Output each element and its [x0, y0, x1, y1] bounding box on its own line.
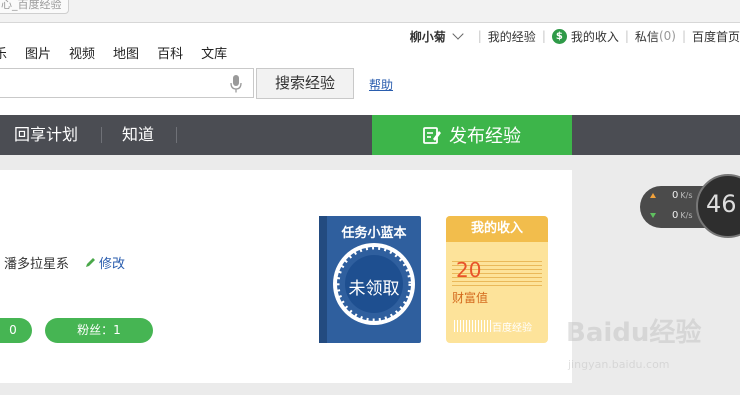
- nav-link-music[interactable]: 乐: [0, 43, 7, 62]
- message-count: (0): [658, 29, 676, 43]
- task-book[interactable]: 任务小蓝本 未领取: [319, 216, 421, 343]
- money-icon: $: [551, 28, 567, 44]
- divider: |: [477, 29, 482, 43]
- nav-link-map[interactable]: 地图: [113, 43, 139, 62]
- watermark-url: jingyan.baidu.com: [568, 358, 670, 371]
- my-experience-link[interactable]: 我的经验: [488, 28, 536, 45]
- nav-link-baike[interactable]: 百科: [157, 43, 183, 62]
- upload-arrow-icon: [650, 193, 656, 198]
- baidu-jingyan-watermark: Baidu经验 jingyan.baidu.com: [566, 312, 702, 371]
- nav-item-share-plan[interactable]: 回享计划: [14, 115, 78, 155]
- nav-link-wenku[interactable]: 文库: [201, 43, 227, 62]
- search-button[interactable]: 搜索经验: [256, 68, 354, 99]
- edit-document-icon: [423, 127, 441, 144]
- upload-speed: 0 K/s: [650, 190, 692, 201]
- divider: |: [681, 29, 686, 43]
- main-nav: 回享计划 知道: [0, 115, 740, 155]
- pencil-icon: [86, 258, 95, 267]
- download-arrow-icon: [650, 213, 656, 218]
- user-bar: 柳小菊 | 我的经验 | $ 我的收入 | 私信 (0) | 百度首页: [410, 28, 740, 44]
- nav-item-zhidao[interactable]: 知道: [122, 115, 154, 155]
- publish-label: 发布经验: [449, 126, 521, 147]
- income-value: 20: [456, 258, 482, 282]
- username[interactable]: 柳小菊: [410, 28, 446, 45]
- divider: |: [624, 29, 629, 43]
- microphone-icon[interactable]: [230, 75, 242, 93]
- help-link[interactable]: 帮助: [369, 76, 393, 93]
- nav-link-video[interactable]: 视频: [69, 43, 95, 62]
- my-income-link[interactable]: 我的收入: [571, 28, 619, 45]
- stat-pill[interactable]: 0: [0, 318, 32, 343]
- memory-gauge[interactable]: 46: [696, 174, 740, 238]
- edit-label: 修改: [99, 257, 126, 272]
- browser-tab[interactable]: 心_百度经验: [0, 0, 69, 14]
- gauge-percent: 46: [706, 190, 737, 218]
- nav-divider: [101, 127, 102, 143]
- fans-count: 粉丝：1: [77, 323, 121, 337]
- book-spine: [319, 216, 327, 343]
- watermark-logo: Baidu经验: [566, 318, 702, 348]
- browser-tab-strip: 心_百度经验: [0, 0, 740, 23]
- nav-link-images[interactable]: 图片: [25, 43, 51, 62]
- upload-value: 0: [672, 190, 679, 201]
- income-book-title: 我的收入: [446, 216, 548, 242]
- download-value: 0: [672, 210, 679, 221]
- search-category-links: 乐 图片 视频 地图 百科 文库: [0, 43, 245, 62]
- divider: |: [541, 29, 546, 43]
- nav-divider: [176, 127, 177, 143]
- income-label: 财富值: [452, 291, 489, 305]
- barcode-icon: [454, 320, 492, 332]
- download-unit: K/s: [680, 211, 693, 220]
- fans-pill[interactable]: 粉丝：1: [45, 318, 153, 343]
- chevron-down-icon[interactable]: [452, 28, 464, 40]
- income-brand: 百度经验: [492, 323, 532, 334]
- income-book[interactable]: 我的收入 20 财富值 百度经验: [446, 216, 548, 343]
- task-status: 未领取: [348, 279, 400, 299]
- download-speed: 0 K/s: [650, 210, 692, 221]
- messages-link[interactable]: 私信: [635, 28, 659, 45]
- edit-profile-link[interactable]: 修改: [85, 253, 125, 272]
- upload-unit: K/s: [680, 191, 693, 200]
- user-location: 潘多拉星系: [4, 257, 70, 272]
- home-link[interactable]: 百度首页: [692, 28, 740, 45]
- publish-experience-button[interactable]: 发布经验: [372, 115, 572, 155]
- stat-value: 0: [9, 323, 17, 337]
- search-input[interactable]: [0, 68, 254, 98]
- task-book-title: 任务小蓝本: [341, 226, 407, 241]
